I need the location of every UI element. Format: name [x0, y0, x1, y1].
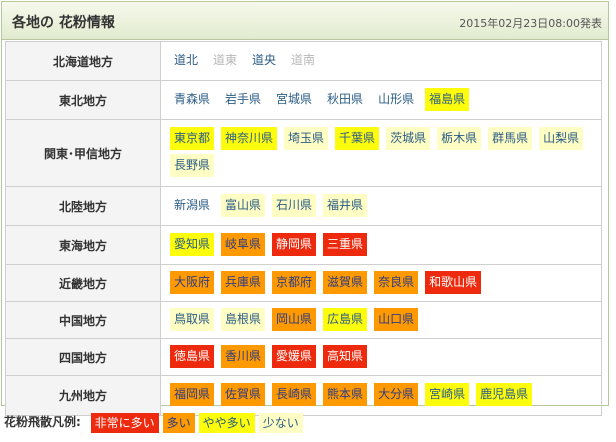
- region-table: 北海道地方 道北 道東 道央 道南 東北地方 青森県 岩手県 宮城県 秋田県 山形県 福島県 関東･甲信…: [5, 41, 602, 416]
- prefecture-link[interactable]: 山口県: [374, 307, 419, 331]
- prefecture-link[interactable]: 道央: [248, 49, 280, 72]
- region-row: 中国地方 鳥取県 島根県 岡山県 広島県 山口県: [5, 301, 602, 339]
- legend-chip: 非常に多い: [90, 412, 159, 433]
- prefecture-link[interactable]: 青森県: [170, 88, 214, 111]
- prefecture-link[interactable]: 神奈川県: [221, 127, 278, 150]
- prefecture-link[interactable]: 鳥取県: [170, 307, 215, 331]
- prefecture-link[interactable]: 千葉県: [335, 127, 380, 150]
- prefecture-link[interactable]: 広島県: [323, 307, 368, 331]
- prefecture-link[interactable]: 福島県: [425, 87, 470, 111]
- region-name: 北海道地方: [5, 41, 161, 81]
- panel-header: 各地の 花粉情報 2015年02月23日08:00発表: [2, 2, 608, 40]
- region-name: 中国地方: [5, 301, 161, 339]
- region-row: 九州地方 福岡県 佐賀県 長崎県 熊本県 大分県 宮崎県 鹿児島県: [5, 375, 602, 416]
- prefecture-link[interactable]: 兵庫県: [221, 270, 266, 294]
- prefecture-list: 鳥取県 島根県 岡山県 広島県 山口県: [160, 301, 602, 339]
- prefecture-link[interactable]: 岩手県: [221, 88, 265, 111]
- region-name: 北陸地方: [5, 186, 161, 226]
- region-name: 四国地方: [5, 338, 161, 376]
- prefecture-link[interactable]: 静岡県: [272, 232, 317, 256]
- legend-chip: やや多い: [198, 412, 255, 433]
- announcement-date: 2015年02月23日08:00発表: [459, 17, 602, 30]
- prefecture-link[interactable]: 岡山県: [272, 307, 317, 331]
- region-name: 近畿地方: [5, 264, 161, 302]
- prefecture-link[interactable]: 三重県: [323, 232, 368, 256]
- prefecture-link[interactable]: 和歌山県: [425, 270, 482, 294]
- prefecture-link[interactable]: 長崎県: [272, 383, 317, 406]
- prefecture-link[interactable]: 徳島県: [170, 344, 215, 368]
- prefecture-list: 愛知県 岐阜県 静岡県 三重県: [160, 225, 602, 265]
- prefecture-link[interactable]: 福岡県: [170, 383, 215, 406]
- prefecture-link[interactable]: 長野県: [170, 154, 215, 177]
- prefecture-link[interactable]: 山形県: [374, 88, 418, 111]
- region-row: 近畿地方 大阪府 兵庫県 京都府 滋賀県 奈良県 和歌山県: [5, 264, 602, 302]
- prefecture-link[interactable]: 鹿児島県: [476, 383, 533, 406]
- prefecture-link[interactable]: 石川県: [272, 193, 317, 217]
- prefecture-link[interactable]: 大阪府: [170, 270, 215, 294]
- prefecture-link[interactable]: 大分県: [374, 383, 419, 406]
- prefecture-list: 道北 道東 道央 道南: [160, 41, 602, 81]
- prefecture-link[interactable]: 愛知県: [170, 232, 215, 256]
- region-name: 東北地方: [5, 80, 161, 120]
- prefecture-link[interactable]: 秋田県: [323, 88, 367, 111]
- region-row: 北海道地方 道北 道東 道央 道南: [5, 41, 602, 81]
- legend-chip: 少ない: [258, 412, 303, 433]
- prefecture-list: 新潟県 富山県 石川県 福井県: [160, 186, 602, 226]
- legend-chip: 多い: [162, 412, 195, 433]
- prefecture-link[interactable]: 佐賀県: [221, 383, 266, 406]
- prefecture-list: 東京都 神奈川県 埼玉県 千葉県 茨城県 栃木県 群馬県 山梨県長野県: [160, 119, 602, 187]
- prefecture-link[interactable]: 道北: [170, 49, 202, 72]
- region-name: 関東･甲信地方: [5, 119, 161, 187]
- prefecture-link[interactable]: 新潟県: [170, 194, 214, 217]
- prefecture-link[interactable]: 奈良県: [374, 270, 419, 294]
- prefecture-list: 大阪府 兵庫県 京都府 滋賀県 奈良県 和歌山県: [160, 264, 602, 302]
- pollen-legend: 花粉飛散凡例: 非常に多い 多い やや多い 少ない: [4, 411, 307, 433]
- prefecture-list: 徳島県 香川県 愛媛県 高知県: [160, 338, 602, 376]
- prefecture-list: 青森県 岩手県 宮城県 秋田県 山形県 福島県: [160, 80, 602, 120]
- prefecture-link[interactable]: 富山県: [221, 193, 266, 217]
- prefecture-link[interactable]: 滋賀県: [323, 270, 368, 294]
- prefecture-link[interactable]: 高知県: [323, 344, 368, 368]
- region-name: 東海地方: [5, 225, 161, 265]
- prefecture-link[interactable]: 茨城県: [386, 127, 431, 150]
- region-row: 四国地方 徳島県 香川県 愛媛県 高知県: [5, 338, 602, 376]
- prefecture-link[interactable]: 埼玉県: [284, 127, 329, 150]
- prefecture-link[interactable]: 福井県: [323, 193, 368, 217]
- prefecture-link: 道東: [213, 52, 238, 67]
- prefecture-link[interactable]: 京都府: [272, 270, 317, 294]
- region-row: 東海地方 愛知県 岐阜県 静岡県 三重県: [5, 225, 602, 265]
- prefecture-link[interactable]: 宮城県: [272, 88, 316, 111]
- region-row: 関東･甲信地方 東京都 神奈川県 埼玉県 千葉県 茨城県 栃木県 群馬県 山梨県長野県: [5, 119, 602, 187]
- prefecture-link[interactable]: 宮崎県: [425, 383, 470, 406]
- region-name: 九州地方: [5, 375, 161, 416]
- legend-label: 花粉飛散凡例:: [4, 415, 81, 429]
- prefecture-link[interactable]: 熊本県: [323, 383, 368, 406]
- prefecture-link: 道南: [291, 52, 316, 67]
- prefecture-link[interactable]: 栃木県: [437, 127, 482, 150]
- region-row: 東北地方 青森県 岩手県 宮城県 秋田県 山形県 福島県: [5, 80, 602, 120]
- prefecture-link[interactable]: 群馬県: [488, 127, 533, 150]
- prefecture-list: 福岡県 佐賀県 長崎県 熊本県 大分県 宮崎県 鹿児島県: [160, 375, 602, 416]
- region-row: 北陸地方 新潟県 富山県 石川県 福井県: [5, 186, 602, 226]
- page-title: 各地の 花粉情報: [12, 15, 115, 31]
- prefecture-link[interactable]: 愛媛県: [272, 344, 317, 368]
- prefecture-link[interactable]: 島根県: [221, 307, 266, 331]
- prefecture-link[interactable]: 山梨県: [539, 127, 584, 150]
- prefecture-link[interactable]: 香川県: [221, 344, 266, 368]
- prefecture-link[interactable]: 東京都: [170, 127, 215, 150]
- prefecture-link[interactable]: 岐阜県: [221, 232, 266, 256]
